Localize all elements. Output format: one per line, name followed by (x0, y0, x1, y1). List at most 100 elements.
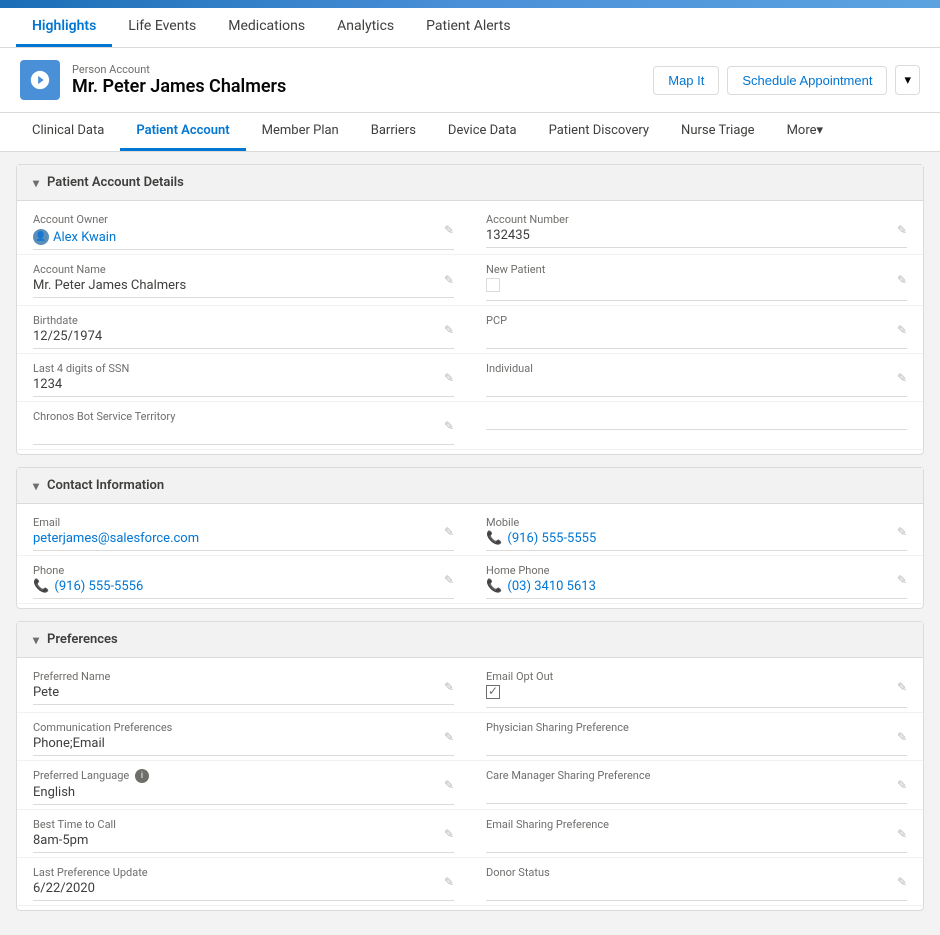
account-name-value: Mr. Peter James Chalmers (33, 278, 454, 298)
edit-email-icon[interactable]: ✎ (444, 525, 454, 539)
top-navigation: Highlights Life Events Medications Analy… (0, 8, 940, 48)
phone-link[interactable]: (916) 555-5556 (54, 579, 143, 594)
edit-individual-icon[interactable]: ✎ (897, 371, 907, 385)
section-title-contact: Contact Information (47, 478, 164, 493)
preferred-language-info-icon[interactable]: i (135, 769, 149, 783)
edit-best-time-to-call-icon[interactable]: ✎ (444, 827, 454, 841)
edit-communication-preferences-icon[interactable]: ✎ (444, 730, 454, 744)
tab-patient-account[interactable]: Patient Account (120, 113, 245, 151)
tab-nurse-triage[interactable]: Nurse Triage (665, 113, 771, 151)
main-content: ▾ Patient Account Details Account Owner … (0, 152, 940, 935)
patient-header-left: Person Account Mr. Peter James Chalmers (20, 60, 286, 100)
home-phone-link[interactable]: (03) 3410 5613 (507, 579, 596, 594)
edit-email-sharing-icon[interactable]: ✎ (897, 827, 907, 841)
tab-patient-discovery[interactable]: Patient Discovery (533, 113, 665, 151)
patient-account-details-header[interactable]: ▾ Patient Account Details (17, 165, 923, 201)
header-dropdown-button[interactable]: ▾ (895, 65, 920, 95)
preferences-card: ▾ Preferences Preferred Name Pete ✎ Emai… (16, 621, 924, 911)
tab-device-data[interactable]: Device Data (432, 113, 533, 151)
edit-ssn-icon[interactable]: ✎ (444, 371, 454, 385)
field-new-patient: New Patient ✎ (470, 255, 923, 306)
edit-mobile-icon[interactable]: ✎ (897, 525, 907, 539)
new-patient-value (486, 278, 907, 301)
tab-member-plan[interactable]: Member Plan (246, 113, 355, 151)
contact-information-fields: Email peterjames@salesforce.com ✎ Mobile… (17, 504, 923, 608)
email-sharing-label: Email Sharing Preference (486, 818, 907, 831)
field-pcp: PCP ✎ (470, 306, 923, 354)
preferred-name-label: Preferred Name (33, 670, 454, 683)
edit-preferred-name-icon[interactable]: ✎ (444, 680, 454, 694)
patient-type-label: Person Account (72, 63, 286, 76)
birthdate-label: Birthdate (33, 314, 454, 327)
tab-life-events[interactable]: Life Events (112, 8, 212, 47)
account-owner-value: 👤 Alex Kwain (33, 228, 454, 250)
tab-highlights[interactable]: Highlights (16, 8, 112, 47)
mobile-phone-link[interactable]: (916) 555-5555 (507, 531, 596, 546)
email-opt-out-label: Email Opt Out (486, 670, 907, 683)
field-email-opt-out: Email Opt Out ✎ (470, 662, 923, 713)
edit-account-name-icon[interactable]: ✎ (444, 273, 454, 287)
home-phone-value: 📞 (03) 3410 5613 (486, 579, 907, 599)
edit-preferred-language-icon[interactable]: ✎ (444, 778, 454, 792)
preferences-header[interactable]: ▾ Preferences (17, 622, 923, 658)
phone-label: Phone (33, 564, 454, 577)
collapse-toggle-contact[interactable]: ▾ (33, 479, 39, 493)
field-account-owner: Account Owner 👤 Alex Kwain ✎ (17, 205, 470, 255)
preferred-language-value: English (33, 785, 454, 805)
tab-analytics[interactable]: Analytics (321, 8, 410, 47)
field-account-number: Account Number 132435 ✎ (470, 205, 923, 255)
empty-right-value (486, 410, 907, 430)
account-owner-label: Account Owner (33, 213, 454, 226)
edit-pcp-icon[interactable]: ✎ (897, 323, 907, 337)
map-it-button[interactable]: Map It (653, 66, 719, 95)
edit-account-owner-icon[interactable]: ✎ (444, 223, 454, 237)
patient-header: Person Account Mr. Peter James Chalmers … (0, 48, 940, 113)
phone-phone-icon: 📞 (33, 579, 49, 594)
email-value[interactable]: peterjames@salesforce.com (33, 531, 454, 551)
birthdate-value: 12/25/1974 (33, 329, 454, 349)
edit-last-preference-update-icon[interactable]: ✎ (444, 875, 454, 889)
collapse-toggle-details[interactable]: ▾ (33, 176, 39, 190)
collapse-toggle-preferences[interactable]: ▾ (33, 633, 39, 647)
field-donor-status: Donor Status ✎ (470, 858, 923, 906)
account-owner-link[interactable]: Alex Kwain (53, 230, 116, 245)
preferences-fields: Preferred Name Pete ✎ Email Opt Out ✎ Co… (17, 658, 923, 910)
edit-account-number-icon[interactable]: ✎ (897, 223, 907, 237)
tab-clinical-data[interactable]: Clinical Data (16, 113, 120, 151)
edit-physician-sharing-icon[interactable]: ✎ (897, 730, 907, 744)
tab-patient-alerts[interactable]: Patient Alerts (410, 8, 526, 47)
patient-info: Person Account Mr. Peter James Chalmers (72, 63, 286, 97)
ssn-value: 1234 (33, 377, 454, 397)
edit-care-manager-sharing-icon[interactable]: ✎ (897, 778, 907, 792)
account-name-label: Account Name (33, 263, 454, 276)
email-opt-out-checkbox[interactable] (486, 685, 500, 699)
new-patient-checkbox[interactable] (486, 278, 500, 292)
tab-more[interactable]: More▾ (771, 113, 839, 151)
chronos-bot-value (33, 425, 454, 445)
pcp-label: PCP (486, 314, 907, 327)
person-icon: 👤 (33, 229, 49, 245)
field-phone: Phone 📞 (916) 555-5556 ✎ (17, 556, 470, 604)
edit-donor-status-icon[interactable]: ✎ (897, 875, 907, 889)
edit-chronos-bot-icon[interactable]: ✎ (444, 419, 454, 433)
preferred-language-label: Preferred Language i (33, 769, 454, 783)
top-banner (0, 0, 940, 8)
edit-phone-icon[interactable]: ✎ (444, 573, 454, 587)
individual-value (486, 377, 907, 397)
field-email: Email peterjames@salesforce.com ✎ (17, 508, 470, 556)
field-account-name: Account Name Mr. Peter James Chalmers ✎ (17, 255, 470, 306)
tab-barriers[interactable]: Barriers (355, 113, 432, 151)
field-care-manager-sharing: Care Manager Sharing Preference ✎ (470, 761, 923, 810)
edit-birthdate-icon[interactable]: ✎ (444, 323, 454, 337)
field-physician-sharing: Physician Sharing Preference ✎ (470, 713, 923, 761)
tab-medications[interactable]: Medications (212, 8, 321, 47)
schedule-appointment-button[interactable]: Schedule Appointment (727, 66, 887, 95)
individual-label: Individual (486, 362, 907, 375)
edit-home-phone-icon[interactable]: ✎ (897, 573, 907, 587)
email-opt-out-value (486, 685, 907, 708)
field-chronos-bot: Chronos Bot Service Territory ✎ (17, 402, 470, 450)
field-empty-right (470, 402, 923, 450)
edit-email-opt-out-icon[interactable]: ✎ (897, 680, 907, 694)
contact-information-header[interactable]: ▾ Contact Information (17, 468, 923, 504)
edit-new-patient-icon[interactable]: ✎ (897, 273, 907, 287)
